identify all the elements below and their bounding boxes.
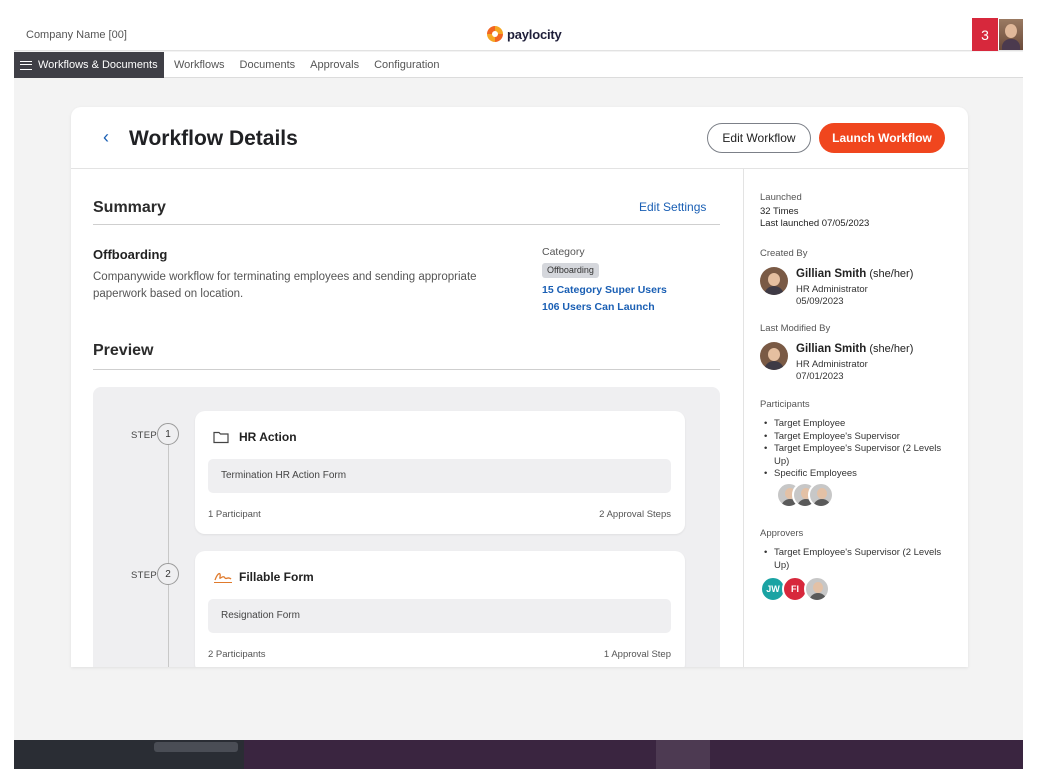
- nav-link-documents[interactable]: Documents: [240, 59, 296, 71]
- os-taskbar: [14, 740, 1023, 769]
- paylocity-logo-icon: [487, 26, 503, 42]
- users-can-launch-link[interactable]: 106 Users Can Launch: [542, 301, 655, 313]
- user-avatar[interactable]: [999, 19, 1023, 50]
- preview-area: STEP 1 HR Action Termination HR Action F…: [93, 387, 720, 667]
- modifier-name: Gillian Smith (she/her): [796, 343, 913, 355]
- step-name: HR Action: [239, 430, 297, 444]
- summary-divider: [93, 224, 720, 225]
- participants-label: Participants: [760, 399, 810, 410]
- taskbar-segment: [154, 742, 238, 752]
- workflow-description: Companywide workflow for terminating emp…: [93, 271, 477, 300]
- creator-avatar: [760, 267, 788, 295]
- step-participants: 1 Participant: [208, 509, 261, 520]
- edit-workflow-button[interactable]: Edit Workflow: [707, 123, 811, 153]
- nav-links: Workflows Documents Approvals Configurat…: [174, 52, 440, 78]
- summary-heading: Summary: [93, 199, 166, 216]
- back-chevron-icon[interactable]: ‹: [103, 127, 109, 148]
- creator-date: 05/09/2023: [796, 296, 844, 307]
- step-timeline: [168, 443, 169, 667]
- step-form[interactable]: Resignation Form: [208, 599, 671, 633]
- launched-label: Launched: [760, 192, 802, 203]
- creator-name: Gillian Smith (she/her): [796, 268, 913, 280]
- category-label: Category: [542, 246, 585, 258]
- participants-list: Target Employee Target Employee's Superv…: [764, 418, 944, 481]
- creator-pronoun: (she/her): [869, 268, 914, 280]
- launch-workflow-button[interactable]: Launch Workflow: [819, 123, 945, 153]
- signature-icon: [213, 570, 233, 589]
- creator-role: HR Administrator: [796, 284, 868, 295]
- modifier-avatar: [760, 342, 788, 370]
- nav-link-workflows[interactable]: Workflows: [174, 59, 225, 71]
- step-approvals: 2 Approval Steps: [599, 509, 671, 520]
- paylocity-logo[interactable]: paylocity: [487, 26, 562, 42]
- modifier-date: 07/01/2023: [796, 371, 844, 382]
- step-number-2: 2: [157, 563, 179, 585]
- app-screen: Company Name [00] paylocity 3 Workflows …: [14, 18, 1023, 740]
- list-item: Target Employee's Supervisor (2 Levels U…: [764, 443, 944, 468]
- edit-settings-link[interactable]: Edit Settings: [639, 200, 706, 214]
- notification-badge[interactable]: 3: [972, 18, 998, 51]
- folder-icon: [213, 430, 229, 449]
- preview-divider: [93, 369, 720, 370]
- step-form[interactable]: Termination HR Action Form: [208, 459, 671, 493]
- launched-times: 32 Times: [760, 206, 799, 217]
- hamburger-icon: [20, 60, 32, 70]
- approvers-label: Approvers: [760, 528, 804, 539]
- step-name: Fillable Form: [239, 570, 314, 584]
- list-item: Specific Employees: [764, 468, 944, 481]
- approvers-list: Target Employee's Supervisor (2 Levels U…: [764, 547, 944, 572]
- nav-main-label: Workflows & Documents: [38, 59, 158, 71]
- workflows-documents-menu[interactable]: Workflows & Documents: [14, 52, 164, 78]
- avatar: [808, 482, 834, 508]
- created-by-label: Created By: [760, 248, 808, 259]
- list-item: Target Employee: [764, 418, 944, 431]
- step-card-fillable-form[interactable]: Fillable Form Resignation Form 2 Partici…: [195, 551, 685, 667]
- logo-text: paylocity: [507, 26, 562, 42]
- avatar: [804, 576, 830, 602]
- step-participants: 2 Participants: [208, 649, 266, 660]
- category-super-users-link[interactable]: 15 Category Super Users: [542, 284, 667, 296]
- modifier-name-text: Gillian Smith: [796, 343, 867, 355]
- details-sidebar: Launched 32 Times Last launched 07/05/20…: [743, 169, 968, 667]
- step-number-1: 1: [157, 423, 179, 445]
- creator-name-text: Gillian Smith: [796, 268, 867, 280]
- list-item: Target Employee's Supervisor (2 Levels U…: [764, 547, 944, 572]
- nav-bar: Workflows & Documents Workflows Document…: [14, 52, 1023, 78]
- card-header: ‹ Workflow Details Edit Workflow Launch …: [71, 107, 968, 169]
- step-label: STEP: [131, 570, 158, 581]
- company-name[interactable]: Company Name [00]: [26, 29, 127, 41]
- taskbar-segment: [656, 740, 710, 769]
- step-label: STEP: [131, 430, 158, 441]
- page-title: Workflow Details: [129, 127, 298, 150]
- top-bar: Company Name [00] paylocity 3: [14, 18, 1023, 51]
- workflow-details-card: ‹ Workflow Details Edit Workflow Launch …: [71, 107, 968, 667]
- nav-link-approvals[interactable]: Approvals: [310, 59, 359, 71]
- step-card-hr-action[interactable]: HR Action Termination HR Action Form 1 P…: [195, 411, 685, 534]
- preview-heading: Preview: [93, 342, 154, 359]
- modifier-role: HR Administrator: [796, 359, 868, 370]
- workflow-name: Offboarding: [93, 247, 168, 262]
- list-item: Target Employee's Supervisor: [764, 431, 944, 444]
- last-launched: Last launched 07/05/2023: [760, 218, 870, 229]
- step-approvals: 1 Approval Step: [603, 649, 671, 660]
- category-badge: Offboarding: [542, 263, 599, 278]
- nav-link-configuration[interactable]: Configuration: [374, 59, 439, 71]
- last-modified-label: Last Modified By: [760, 323, 831, 334]
- modifier-pronoun: (she/her): [869, 343, 914, 355]
